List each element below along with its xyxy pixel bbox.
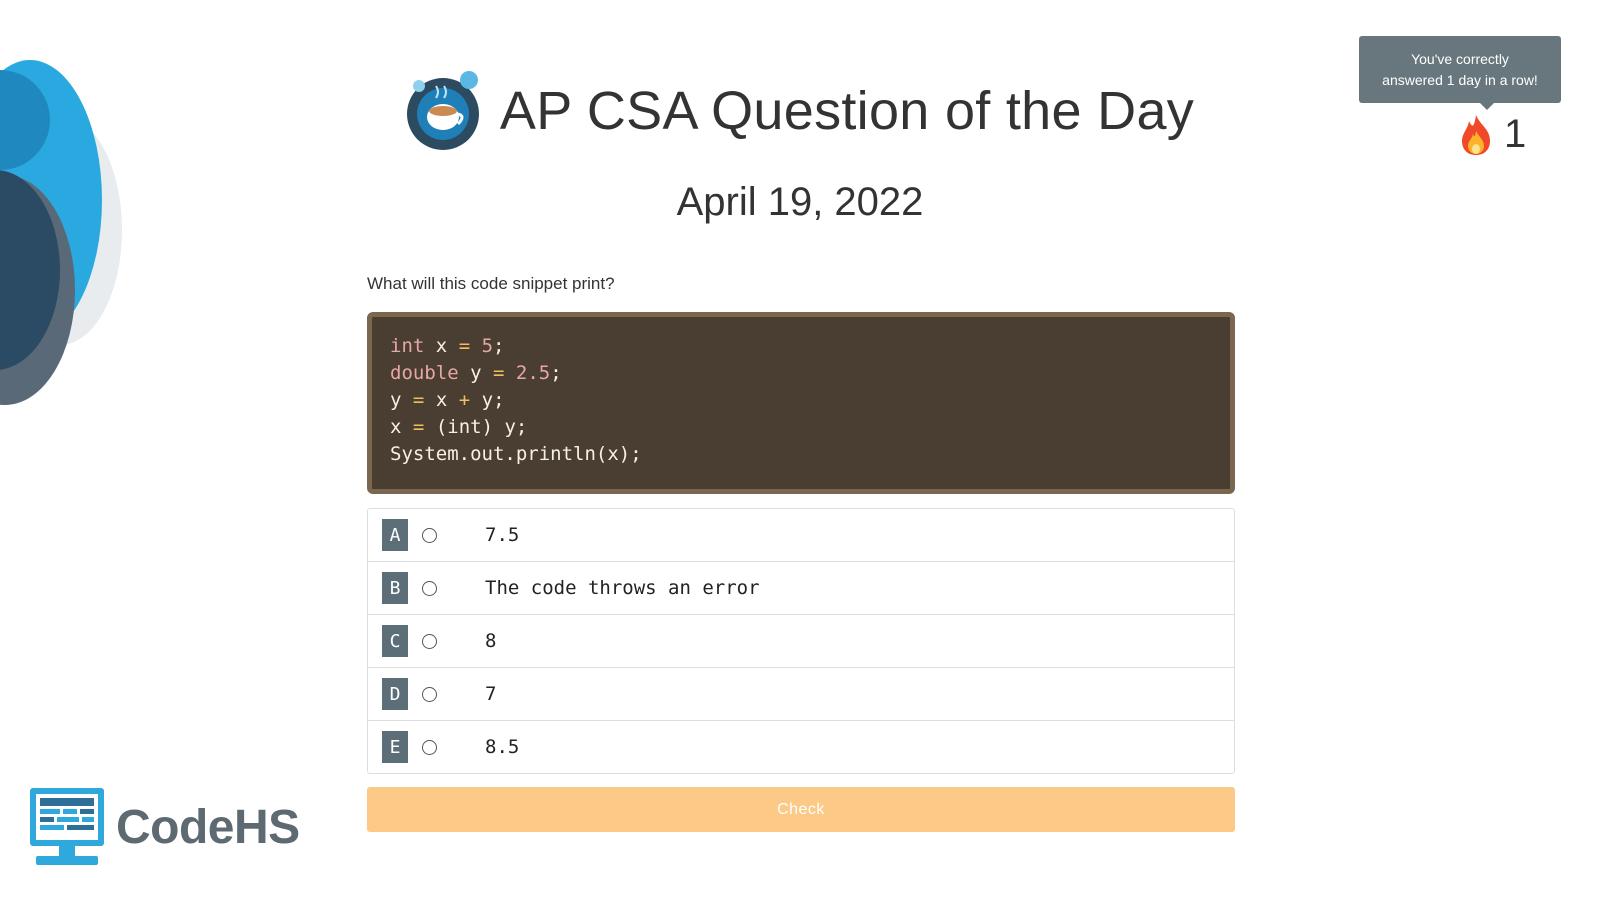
code-line: y = x + y;: [390, 389, 505, 411]
answer-letter: E: [382, 731, 408, 763]
answer-option-d[interactable]: D 7: [368, 668, 1234, 721]
flame-icon: [1462, 114, 1490, 155]
answer-letter: D: [382, 678, 408, 710]
question-prompt: What will this code snippet print?: [367, 274, 615, 293]
answer-option-a[interactable]: A 7.5: [368, 509, 1234, 562]
coffee-cup-icon: [406, 71, 479, 150]
answer-text: 7.5: [485, 524, 520, 546]
code-snippet: int x = 5; double y = 2.5; y = x + y; x = (…: [367, 312, 1235, 494]
answer-text: 8.5: [485, 736, 520, 758]
question-date: April 19, 2022: [676, 180, 924, 224]
check-button[interactable]: Check: [367, 787, 1235, 832]
answer-option-c[interactable]: C 8: [368, 615, 1234, 668]
answer-option-b[interactable]: B The code throws an error: [368, 562, 1234, 615]
tooltip-line-1: You've correctly: [1411, 50, 1509, 67]
code-line: int x = 5;: [390, 335, 505, 357]
radio-button[interactable]: [422, 633, 437, 649]
answer-list: A 7.5 B The code throws an error C 8 D 7…: [367, 508, 1235, 774]
tooltip-line-2: answered 1 day in a row!: [1382, 71, 1538, 88]
monitor-icon: [30, 788, 104, 865]
answer-letter: B: [382, 572, 408, 604]
codehs-logo[interactable]: CodeHS: [28, 786, 300, 868]
radio-button[interactable]: [422, 527, 437, 543]
radio-button[interactable]: [422, 739, 437, 755]
code-line: double y = 2.5;: [390, 362, 562, 384]
answer-text: 8: [485, 630, 497, 652]
code-line: x = (int) y;: [390, 416, 528, 438]
answer-option-e[interactable]: E 8.5: [368, 721, 1234, 773]
answer-text: The code throws an error: [485, 577, 760, 599]
code-line: System.out.println(x);: [390, 443, 642, 465]
brand-name: CodeHS: [116, 800, 300, 854]
radio-button[interactable]: [422, 580, 437, 596]
streak-indicator[interactable]: 1: [1458, 112, 1526, 157]
streak-count: 1: [1504, 112, 1527, 156]
answer-text: 7: [485, 683, 497, 705]
streak-tooltip: You've correctly answered 1 day in a row…: [1359, 36, 1561, 110]
radio-button[interactable]: [422, 686, 437, 702]
answer-letter: A: [382, 519, 408, 551]
page-title: AP CSA Question of the Day: [499, 81, 1195, 141]
answer-letter: C: [382, 625, 408, 657]
